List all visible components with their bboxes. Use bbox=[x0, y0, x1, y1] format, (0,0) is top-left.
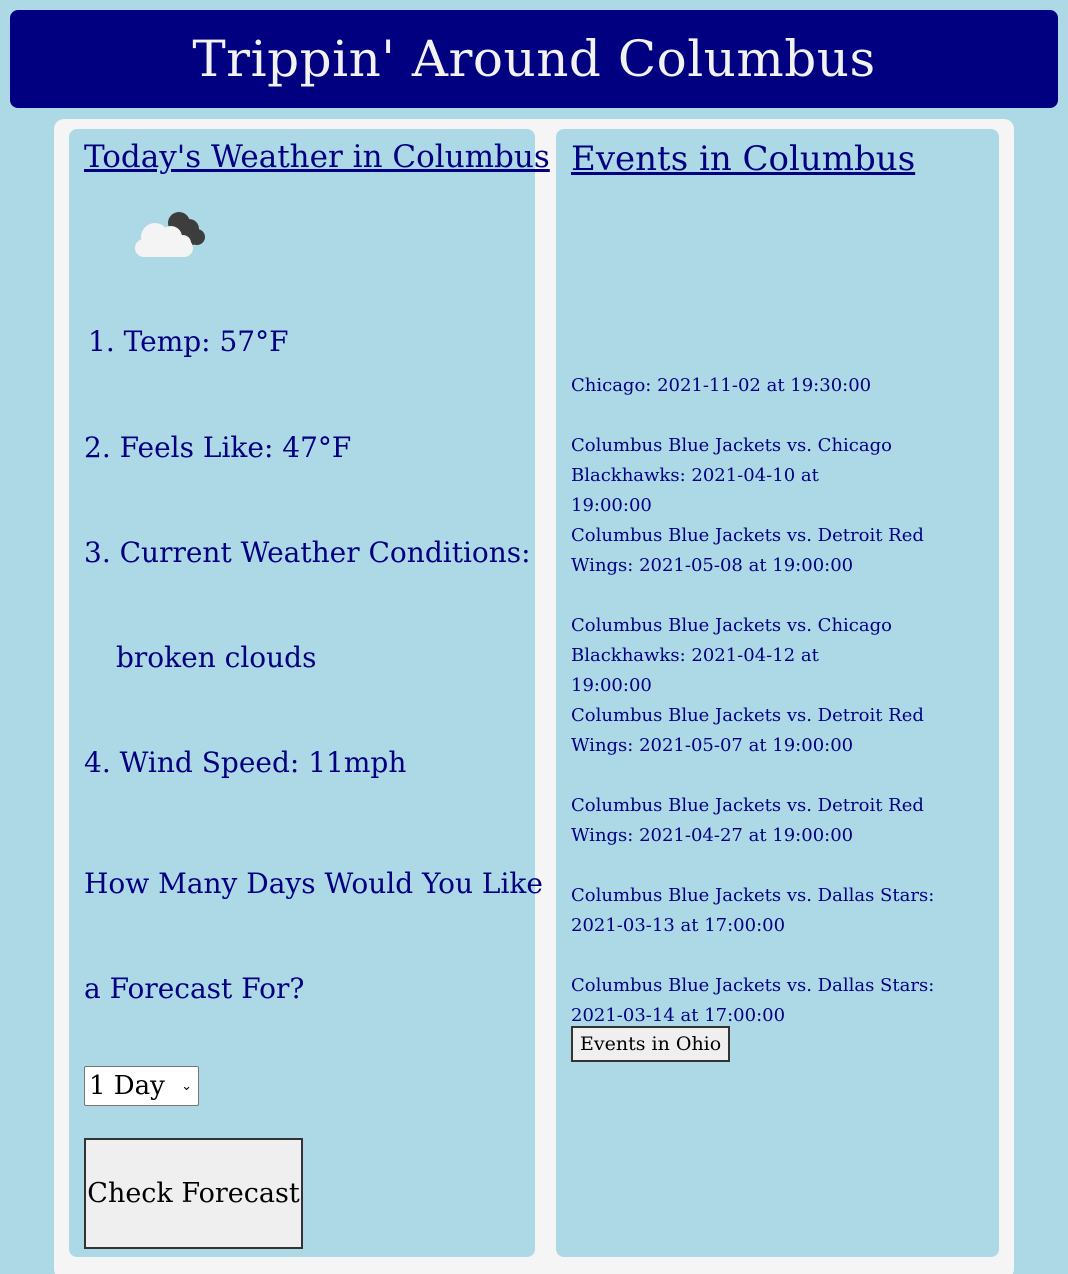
forecast-question-line2: a Forecast For? bbox=[84, 972, 305, 1005]
weather-title-link[interactable]: Today's Weather in Columbus bbox=[84, 139, 550, 175]
event-item: Columbus Blue Jackets vs. Dallas Stars: … bbox=[571, 885, 935, 936]
conditions-item: 3. Current Weather Conditions: bbox=[84, 536, 531, 569]
conditions-value: broken clouds bbox=[116, 641, 317, 674]
event-item: Chicago: 2021-11-02 at 19:30:00 bbox=[571, 375, 872, 396]
broken-clouds-icon bbox=[135, 212, 205, 257]
event-item: Columbus Blue Jackets vs. Detroit Red Wi… bbox=[571, 795, 924, 846]
forecast-question-line1: How Many Days Would You Like bbox=[84, 867, 543, 900]
event-item: Columbus Blue Jackets vs. Chicago Blackh… bbox=[571, 435, 892, 516]
temp-item: 1. Temp: 57°F bbox=[88, 325, 289, 358]
forecast-days-select[interactable]: 1 Day ⌄ bbox=[84, 1066, 199, 1106]
event-item: Columbus Blue Jackets vs. Dallas Stars: … bbox=[571, 975, 935, 1026]
check-forecast-button[interactable]: Check Forecast bbox=[84, 1138, 303, 1249]
events-panel: Events in Columbus Chicago: 2021-11-02 a… bbox=[556, 129, 999, 1257]
chevron-down-icon: ⌄ bbox=[181, 1079, 192, 1094]
wind-speed-item: 4. Wind Speed: 11mph bbox=[84, 746, 407, 779]
forecast-days-value: 1 Day bbox=[89, 1071, 165, 1101]
main-container: Today's Weather in Columbus 1. Temp: 57°… bbox=[54, 119, 1014, 1274]
event-item: Columbus Blue Jackets vs. Detroit Red Wi… bbox=[571, 705, 924, 756]
feels-like-item: 2. Feels Like: 47°F bbox=[84, 431, 352, 464]
events-title-link[interactable]: Events in Columbus bbox=[571, 139, 915, 179]
event-item: Columbus Blue Jackets vs. Chicago Blackh… bbox=[571, 615, 892, 696]
event-item: Columbus Blue Jackets vs. Detroit Red Wi… bbox=[571, 525, 924, 576]
weather-panel: Today's Weather in Columbus 1. Temp: 57°… bbox=[69, 129, 550, 1257]
page-title: Trippin' Around Columbus bbox=[192, 30, 876, 88]
events-in-ohio-button[interactable]: Events in Ohio bbox=[571, 1026, 731, 1062]
page-header: Trippin' Around Columbus bbox=[10, 10, 1058, 108]
